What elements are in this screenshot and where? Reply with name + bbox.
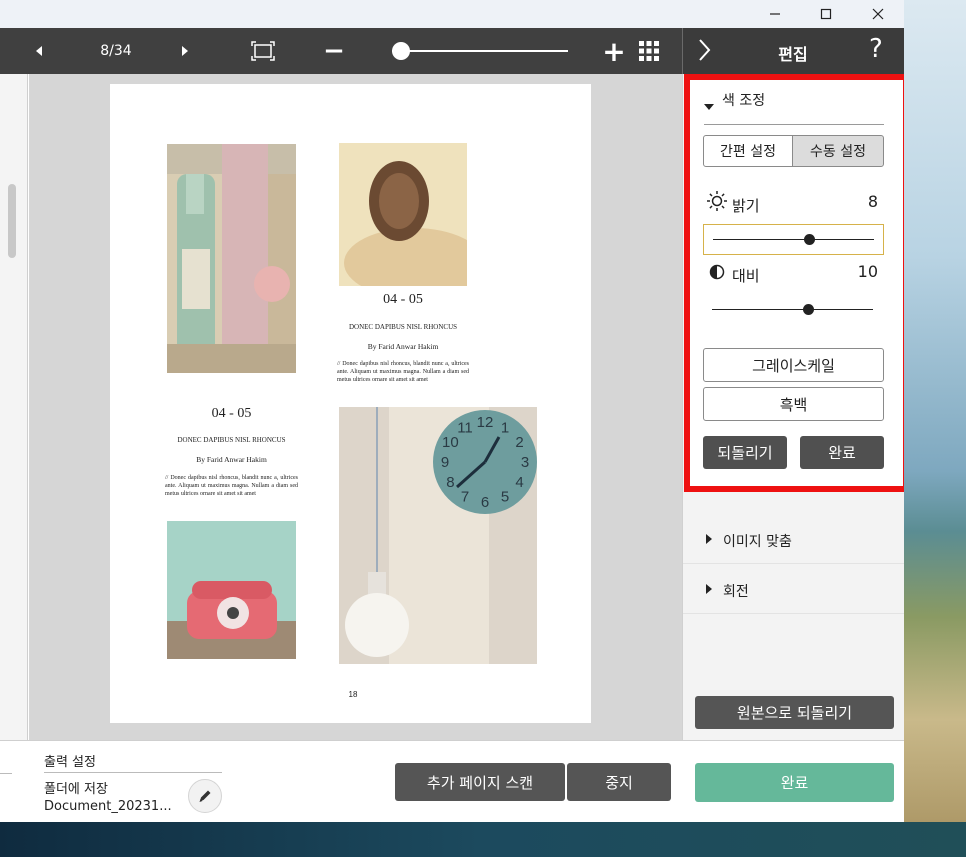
stop-button[interactable]: 중지 [567,763,671,801]
photo-pinecone [339,143,467,286]
heading-right: 04 - 05 [383,292,423,307]
viewer-toolbar: 8/34 − + [0,28,682,74]
desktop-wallpaper-bottom [0,822,966,857]
edit-panel-header: 편집 ? [682,28,904,74]
output-filename: Document_20231... [44,799,172,814]
color-adjust-highlight: 색 조정 간편 설정 수동 설정 밝기 8 대비 10 그레이스케일 흑백 되돌… [684,74,904,492]
zoom-out-button[interactable]: − [320,28,348,74]
maximize-icon [820,8,832,20]
chevron-right-icon [699,39,711,61]
revert-button[interactable]: 되돌리기 [703,436,787,469]
apply-done-button[interactable]: 완료 [800,436,884,469]
maximize-button[interactable] [803,0,849,28]
revert-original-button[interactable]: 원본으로 되돌리기 [695,696,894,729]
clock-number: 1 [501,419,509,436]
save-destination: 폴더에 저장 [44,782,108,797]
zoom-slider-track[interactable] [392,50,568,52]
section-rotate[interactable]: 회전 [683,566,904,614]
divider [0,773,12,774]
minimize-button[interactable] [752,0,798,28]
triangle-right-icon [182,46,188,56]
edit-output-button[interactable] [188,779,222,813]
thumbnail-grid-button[interactable] [636,28,662,74]
page-indicator: 8/34 [100,43,132,59]
contrast-slider[interactable] [703,294,884,325]
triangle-right-icon [706,584,712,594]
triangle-left-icon [36,46,42,56]
grid-icon [639,41,659,61]
clock-number: 2 [515,434,523,451]
brightness-slider-knob[interactable] [804,234,816,245]
photo-clock-bulb: 12 12 3 45678 9 1011 [339,407,537,664]
photo-bottle-books [167,144,296,373]
pencil-icon [199,790,211,802]
contrast-label: 대비 [732,267,760,285]
body-right: // Donec dapibus nisl rhoncus, blandit n… [337,361,469,383]
clock-number: 5 [501,489,509,506]
minimize-icon [770,13,780,15]
contrast-icon [709,264,725,280]
desktop-wallpaper [904,0,966,857]
left-scroll-strip [0,74,28,740]
clock-number: 8 [446,474,454,491]
contrast-slider-knob[interactable] [803,304,815,315]
document-page: 04 - 05 DONEC DAPIBUS NISL RHONCUS By Fa… [110,84,591,723]
bottom-bar: 출력 설정 폴더에 저장 Document_20231... 추가 페이지 스캔… [0,740,904,822]
tab-easy-settings[interactable]: 간편 설정 [703,135,793,167]
brightness-label: 밝기 [732,197,760,215]
divider [44,772,222,773]
subtitle-right: DONEC DAPIBUS NISL RHONCUS [348,323,458,331]
color-adjust-title: 색 조정 [722,93,766,109]
clock-number: 10 [442,434,459,451]
section-rotate-label: 회전 [723,584,749,600]
tab-manual-settings[interactable]: 수동 설정 [792,135,884,167]
fit-screen-icon [251,41,275,61]
contrast-slider-track [712,309,873,310]
page-number: 18 [348,690,358,699]
byline-left: By Farid Anwar Hakim [196,455,267,464]
section-image-fit-label: 이미지 맞춤 [723,534,792,550]
clock-number: 7 [461,489,469,506]
zoom-in-button[interactable]: + [600,28,628,74]
grayscale-button[interactable]: 그레이스케일 [703,348,884,382]
app-window: 8/34 − + 편집 ? 04 - 05 DONEC DAPIBUS NISL… [0,0,904,822]
clock-number: 6 [481,494,489,511]
output-settings-title: 출력 설정 [44,755,96,770]
title-bar [0,0,904,28]
clock-number: 9 [441,454,449,471]
contrast-value: 10 [857,262,878,281]
fit-page-button[interactable] [248,28,278,74]
byline-right: By Farid Anwar Hakim [367,342,439,351]
collapse-panel-button[interactable] [697,37,711,67]
add-page-scan-button[interactable]: 추가 페이지 스캔 [395,763,565,801]
next-page-button[interactable] [174,28,196,74]
photo-telephone [167,521,296,659]
help-button[interactable]: ? [869,34,883,64]
clock-number: 3 [521,454,529,471]
scrollbar-thumb[interactable] [8,184,16,258]
triangle-down-icon [704,104,714,110]
close-icon [872,8,884,20]
triangle-right-icon [706,534,712,544]
clock-number: 11 [457,419,473,436]
clock-number: 12 [477,414,494,431]
zoom-slider-knob[interactable] [391,42,410,60]
brightness-icon [707,191,727,211]
heading-left: 04 - 05 [211,406,252,421]
subtitle-left: DONEC DAPIBUS NISL RHONCUS [177,436,286,444]
body-left: // Donec dapibus nisl rhoncus, blandit n… [165,475,298,497]
prev-page-button[interactable] [28,28,50,74]
divider [704,124,884,125]
document-viewer: 04 - 05 DONEC DAPIBUS NISL RHONCUS By Fa… [29,74,682,740]
panel-title: 편집 [778,45,808,64]
black-white-button[interactable]: 흑백 [703,387,884,421]
color-adjust-toggle[interactable] [704,96,714,115]
section-image-fit[interactable]: 이미지 맞춤 [683,516,904,564]
finish-button[interactable]: 완료 [695,763,894,802]
brightness-value: 8 [867,192,878,211]
brightness-slider-track [713,239,874,240]
brightness-slider[interactable] [703,224,884,255]
clock-number: 4 [515,474,523,491]
close-button[interactable] [855,0,901,28]
